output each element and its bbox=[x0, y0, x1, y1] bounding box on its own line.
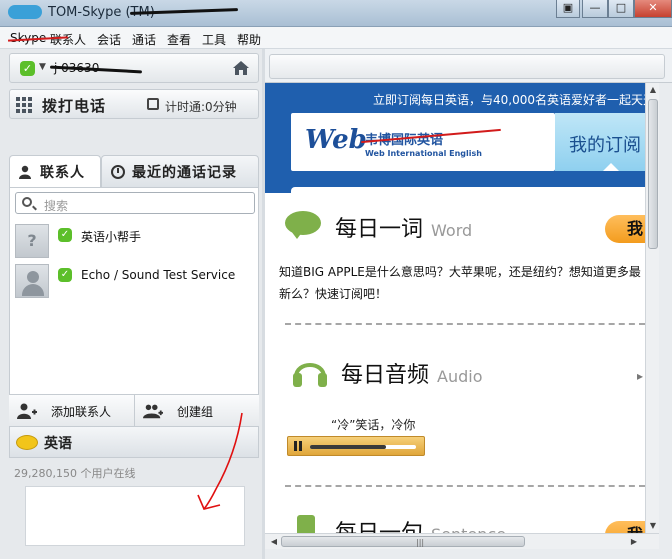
speech-bubble-icon bbox=[285, 211, 321, 239]
my-subscription-label: 我的订阅 bbox=[569, 135, 641, 156]
menu-conversation[interactable]: 会话 bbox=[97, 31, 121, 48]
online-check-icon[interactable]: ✓ bbox=[20, 61, 35, 76]
scroll-thumb[interactable] bbox=[648, 99, 658, 249]
call-phones-button[interactable]: 拨打电话 bbox=[42, 95, 106, 116]
scroll-thumb[interactable]: ||| bbox=[281, 536, 525, 547]
tab-recent-label: 最近的通话记录 bbox=[132, 165, 237, 181]
daily-word-title: 每日一词 Word bbox=[335, 217, 473, 242]
conversation-header bbox=[265, 49, 672, 83]
credit-icon bbox=[147, 98, 159, 110]
scroll-down-icon[interactable]: ▼ bbox=[646, 519, 660, 533]
home-icon[interactable] bbox=[232, 59, 250, 77]
audio-track-title[interactable]: “冷”笑话，冷你 bbox=[331, 416, 415, 433]
audio-progress-bar[interactable] bbox=[310, 445, 416, 449]
tab-contacts[interactable]: 联系人 bbox=[9, 155, 101, 187]
promo-banner: 立即订阅每日英语，与40,000名英语爱好者一起天天 Web 韦博国际英语 We… bbox=[265, 83, 659, 193]
daily-word-text: 知道BIG APPLE是什么意思吗？大苹果呢，还是纽约？想知道更多最新么？快速订… bbox=[279, 265, 641, 301]
scroll-up-icon[interactable]: ▲ bbox=[646, 83, 660, 97]
pause-icon[interactable] bbox=[294, 441, 302, 451]
embedded-browser: 立即订阅每日英语，与40,000名英语爱好者一起天天 Web 韦博国际英语 We… bbox=[265, 83, 659, 533]
scroll-right-icon[interactable]: ▶ bbox=[627, 535, 641, 549]
profile-bar[interactable]: ✓ ▼ j 03630 bbox=[9, 53, 259, 83]
tab-bar: 联系人 最近的通话记录 bbox=[9, 155, 259, 187]
menu-contacts[interactable]: 联系人 bbox=[50, 31, 86, 48]
my-subscription-button[interactable]: 我的订阅 bbox=[555, 113, 659, 171]
menu-call[interactable]: 通话 bbox=[132, 31, 156, 48]
search-placeholder: 搜索 bbox=[44, 199, 69, 213]
daily-sentence-title: 每日一句Sentence bbox=[335, 515, 506, 533]
chevron-right-icon[interactable]: ▸ bbox=[637, 369, 643, 383]
web-english-logo[interactable]: Web 韦博国际英语 Web International English bbox=[291, 113, 555, 171]
menu-help[interactable]: 帮助 bbox=[237, 31, 261, 48]
headphones-icon bbox=[293, 363, 327, 387]
online-check-icon: ✓ bbox=[58, 268, 72, 282]
call-bar: 拨打电话 计时通:0分钟 bbox=[9, 89, 259, 119]
menu-view[interactable]: 查看 bbox=[167, 31, 191, 48]
close-button[interactable]: ✕ bbox=[634, 0, 672, 18]
tab-recent[interactable]: 最近的通话记录 bbox=[101, 155, 259, 187]
create-group-icon bbox=[143, 404, 163, 419]
search-icon bbox=[22, 197, 32, 207]
audio-progress-fill bbox=[310, 445, 387, 449]
sentence-icon bbox=[297, 515, 315, 533]
language-group-label: 英语 bbox=[44, 436, 72, 452]
conversation-header-bar bbox=[269, 54, 665, 79]
logo-english: Web International English bbox=[365, 149, 482, 158]
section-divider bbox=[285, 485, 645, 487]
menu-bar: Skype 联系人 会话 通话 查看 工具 帮助 bbox=[0, 27, 672, 49]
add-contact-label: 添加联系人 bbox=[51, 405, 112, 419]
logo-mark: Web bbox=[305, 125, 367, 155]
online-users-count: 29,280,150 个用户在线 bbox=[14, 467, 136, 480]
title-bar: TOM-Skype (TM) - ▣ — □ ✕ bbox=[0, 0, 672, 27]
window-settings-button[interactable]: ▣ bbox=[556, 0, 580, 18]
skype-logo-icon bbox=[8, 5, 42, 19]
contact-list-item[interactable]: ✓ Echo / Sound Test Service bbox=[10, 262, 258, 302]
left-pane: ✓ ▼ j 03630 拨打电话 计时通:0分钟 联系人 最近的通话记录 搜 bbox=[0, 49, 262, 559]
chevron-down-icon[interactable]: ▼ bbox=[39, 62, 46, 72]
clock-icon bbox=[111, 165, 125, 179]
chat-bubble-icon bbox=[16, 435, 38, 450]
avatar bbox=[15, 264, 49, 298]
search-input[interactable]: 搜索 bbox=[15, 192, 255, 214]
contact-name: Echo / Sound Test Service bbox=[81, 268, 236, 282]
dialpad-icon[interactable] bbox=[16, 97, 32, 113]
promo-text[interactable]: 立即订阅每日英语，与40,000名英语爱好者一起天天 bbox=[373, 91, 655, 108]
horizontal-scrollbar[interactable]: ◀ ||| ▶ bbox=[265, 533, 659, 549]
section-divider bbox=[285, 323, 645, 325]
tab-contacts-label: 联系人 bbox=[40, 165, 85, 181]
contact-name: 英语小帮手 bbox=[81, 230, 142, 244]
annotation-arrow-icon bbox=[197, 412, 243, 510]
audio-player[interactable] bbox=[287, 436, 425, 456]
credit-balance[interactable]: 计时通:0分钟 bbox=[165, 98, 237, 115]
contact-list-item[interactable]: ? ✓ 英语小帮手 bbox=[10, 222, 258, 262]
daily-audio-title: 每日音频 Audio bbox=[341, 363, 483, 388]
maximize-button[interactable]: □ bbox=[608, 0, 634, 18]
vertical-scrollbar[interactable]: ▲ ▼ bbox=[645, 83, 659, 533]
minimize-button[interactable]: — bbox=[582, 0, 608, 18]
scroll-left-icon[interactable]: ◀ bbox=[267, 535, 281, 549]
avatar: ? bbox=[15, 224, 49, 258]
add-contact-icon bbox=[17, 403, 37, 419]
person-icon bbox=[19, 165, 31, 179]
online-check-icon: ✓ bbox=[58, 228, 72, 242]
menu-tools[interactable]: 工具 bbox=[202, 31, 226, 48]
add-contact-button[interactable]: 添加联系人 bbox=[9, 395, 135, 427]
